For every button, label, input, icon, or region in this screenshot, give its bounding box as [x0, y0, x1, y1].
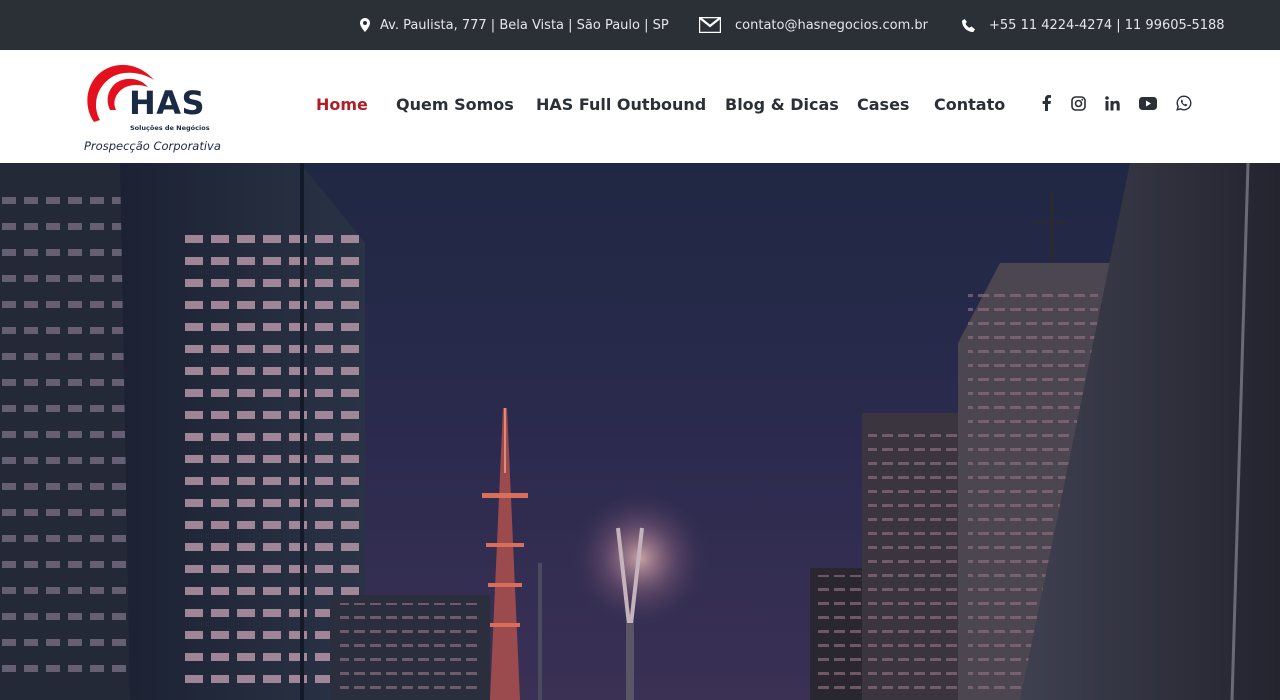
envelope-icon: [699, 17, 721, 33]
city-skyline-image: [0, 163, 1280, 700]
youtube-icon[interactable]: [1139, 94, 1157, 112]
brand-logo[interactable]: HAS Soluções de Negócios Prospecção Corp…: [84, 60, 224, 156]
phone-icon: [962, 18, 975, 32]
email-item[interactable]: contato@hasnegocios.com.br: [699, 0, 928, 50]
linkedin-icon[interactable]: [1103, 94, 1121, 112]
nav-cases[interactable]: Cases: [857, 95, 909, 114]
address-item: Av. Paulista, 777 | Bela Vista | São Pau…: [360, 0, 669, 50]
logo-tagline: Soluções de Negócios: [130, 124, 210, 132]
nav-has-full-outbound[interactable]: HAS Full Outbound: [536, 95, 706, 114]
email-link[interactable]: contato@hasnegocios.com.br: [735, 18, 928, 33]
map-pin-icon: [360, 18, 370, 32]
logo-subtitle: Prospecção Corporativa: [84, 139, 221, 153]
instagram-icon[interactable]: [1069, 94, 1087, 112]
whatsapp-icon[interactable]: [1175, 94, 1193, 112]
nav-quem-somos[interactable]: Quem Somos: [396, 95, 514, 114]
phone-text: +55 11 4224-4274 | 11 99605-5188: [989, 17, 1225, 33]
hero-banner: [0, 163, 1280, 700]
address-text: Av. Paulista, 777 | Bela Vista | São Pau…: [380, 17, 669, 33]
nav-contato[interactable]: Contato: [934, 95, 1005, 114]
nav-blog-dicas[interactable]: Blog & Dicas: [725, 95, 839, 114]
top-contact-bar: Av. Paulista, 777 | Bela Vista | São Pau…: [0, 0, 1280, 50]
nav-home[interactable]: Home: [316, 95, 368, 114]
facebook-icon[interactable]: [1037, 94, 1055, 112]
logo-name: HAS: [129, 84, 206, 122]
phone-item[interactable]: +55 11 4224-4274 | 11 99605-5188: [962, 0, 1225, 50]
site-header: HAS Soluções de Negócios Prospecção Corp…: [0, 50, 1280, 163]
